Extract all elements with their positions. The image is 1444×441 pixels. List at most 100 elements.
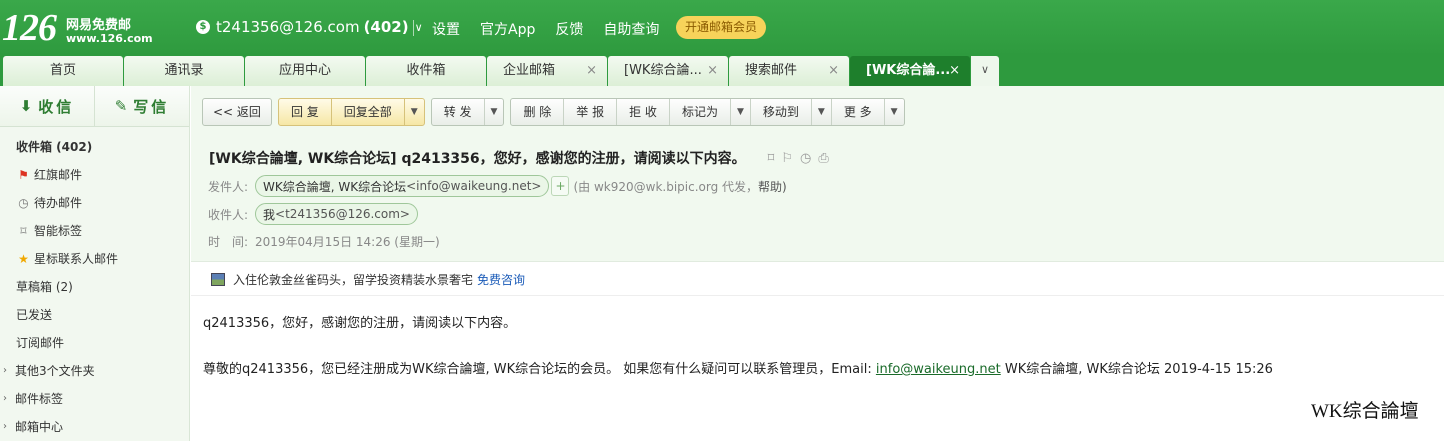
sidebar-item-starred-contacts[interactable]: ★ 星标联系人邮件 <box>0 245 189 273</box>
chevron-down-icon[interactable]: ▼ <box>405 99 424 125</box>
vip-button[interactable]: 开通邮箱会员 <box>676 16 767 39</box>
sidebar-item-flagged[interactable]: ⚑ 红旗邮件 <box>0 161 189 189</box>
forward-group: 转 发 ▼ <box>430 98 505 126</box>
sidebar-item-smart-tags[interactable]: ⌑ 智能标签 <box>0 217 189 245</box>
sidebar-item-label: 红旗邮件 <box>34 168 83 182</box>
write-button[interactable]: ✎ 写信 <box>95 86 189 126</box>
expand-icon[interactable]: › <box>3 357 15 385</box>
tab-search-mail[interactable]: 搜索邮件 × <box>729 56 849 86</box>
compose-bar: ⬇ 收信 ✎ 写信 <box>0 86 189 127</box>
header-links: 设置 官方App 反馈 自助查询 <box>432 19 679 39</box>
report-button[interactable]: 举 报 <box>564 99 618 125</box>
self-service-link[interactable]: 自助查询 <box>603 19 659 39</box>
tab-wk-message-active[interactable]: [WK综合論... × <box>850 56 970 86</box>
recipient-row: 收件人: 我 <t241356@126.com> <box>208 203 418 225</box>
sidebar-item-label: 邮箱中心 <box>15 420 64 434</box>
move-to-button[interactable]: 移动到 <box>751 99 812 125</box>
sender-row: 发件人: WK综合論壇, WK综合论坛 <info@waikeung.net> … <box>208 175 787 197</box>
add-contact-icon[interactable]: + <box>551 176 570 196</box>
account-unread-count: (402) <box>363 18 409 36</box>
back-group: << 返回 <box>202 98 272 126</box>
sidebar-item-mail-center[interactable]: › 邮箱中心 <box>0 413 189 441</box>
body-text: 尊敬的q2413356，您已经注册成为WK综合論壇, WK综合论坛的会员。 如果… <box>203 362 876 377</box>
close-icon[interactable]: × <box>949 56 960 86</box>
tab-enterprise-mail[interactable]: 企业邮箱 × <box>487 56 607 86</box>
tab-home[interactable]: 首页 <box>3 56 123 86</box>
message-subject: [WK综合論壇, WK综合论坛] q2413356，您好，感谢您的注册，请阅读以… <box>209 148 836 168</box>
sidebar-item-inbox[interactable]: 收件箱 (402) <box>0 133 189 161</box>
receive-label: 收信 <box>38 97 75 116</box>
tab-app-center[interactable]: 应用中心 <box>245 56 365 86</box>
ad-link[interactable]: 免费咨询 <box>477 271 525 288</box>
chevron-down-icon[interactable]: ▼ <box>812 99 832 125</box>
account-icon: $ <box>196 20 210 34</box>
forward-button[interactable]: 转 发 <box>432 99 485 125</box>
bookmark-icon[interactable]: ⌑ <box>768 151 775 166</box>
reject-button[interactable]: 拒 收 <box>617 99 670 125</box>
expand-icon[interactable]: › <box>3 413 15 441</box>
sidebar-item-label: 订阅邮件 <box>16 336 65 350</box>
time-value: 2019年04月15日 14:26 (星期一) <box>255 235 440 249</box>
print-icon[interactable]: ⎙ <box>818 151 828 166</box>
close-icon[interactable]: × <box>828 56 839 86</box>
chevron-down-icon[interactable]: ▼ <box>485 99 504 125</box>
star-icon: ★ <box>18 252 29 266</box>
tab-inbox[interactable]: 收件箱 <box>366 56 486 86</box>
close-icon[interactable]: × <box>707 56 718 86</box>
via-text: (由 wk920@wk.bipic.org 代发， <box>573 179 759 194</box>
sidebar-item-label: 智能标签 <box>34 224 83 238</box>
tab-label: [WK综合論... <box>624 63 702 78</box>
sidebar-item-todo[interactable]: ◷ 待办邮件 <box>0 189 189 217</box>
message-body-line1: q2413356，您好，感谢您的注册，请阅读以下内容。 <box>203 316 517 331</box>
folder-list: 收件箱 (402) ⚑ 红旗邮件 ◷ 待办邮件 ⌑ 智能标签 ★ 星标联系人邮件 草稿箱… <box>0 127 189 441</box>
help-link[interactable]: 帮助) <box>758 180 787 194</box>
message-header: << 返回 回 复 回复全部 ▼ 转 发 ▼ 删 除 举 报 拒 收 标记为 ▼… <box>191 86 1444 262</box>
official-app-link[interactable]: 官方App <box>480 19 535 39</box>
back-button[interactable]: << 返回 <box>203 99 271 125</box>
delete-button[interactable]: 删 除 <box>511 99 565 125</box>
sidebar-item-sent[interactable]: 已发送 <box>0 301 189 329</box>
tab-label: 应用中心 <box>278 63 331 78</box>
logo-name: 网易免费邮 <box>66 18 132 33</box>
mark-as-button[interactable]: 标记为 <box>670 99 731 125</box>
sidebar: ⬇ 收信 ✎ 写信 收件箱 (402) ⚑ 红旗邮件 ◷ 待办邮件 ⌑ 智能标签 ★ 星… <box>0 86 190 441</box>
sidebar-item-label: 已发送 <box>16 308 53 322</box>
settings-link[interactable]: 设置 <box>432 19 460 39</box>
sidebar-item-drafts[interactable]: 草稿箱 (2) <box>0 273 189 301</box>
ad-text: 入住伦敦金丝雀码头，留学投资精装水景奢宅 <box>233 272 474 287</box>
tab-label: [WK综合論... <box>866 63 951 78</box>
tab-wk-message-1[interactable]: [WK综合論... × <box>608 56 728 86</box>
chevron-down-icon[interactable]: ▼ <box>885 99 904 125</box>
receive-button[interactable]: ⬇ 收信 <box>0 86 95 126</box>
logo[interactable]: 126 网易免费邮 www.126.com <box>2 7 153 50</box>
clock-icon[interactable]: ◷ <box>800 151 811 166</box>
account-menu[interactable]: $ t241356@126.com (402) ∨ <box>196 18 423 36</box>
header-divider <box>413 20 414 36</box>
time-row: 时 间: 2019年04月15日 14:26 (星期一) <box>208 233 440 250</box>
more-button[interactable]: 更 多 <box>832 99 885 125</box>
close-icon[interactable]: × <box>586 56 597 86</box>
edit-icon: ✎ <box>114 97 128 115</box>
time-label: 时 间: <box>208 235 249 249</box>
flag-icon: ⚑ <box>18 168 29 182</box>
signature-text: WK综合論壇 <box>1311 401 1419 422</box>
sidebar-item-label: 邮件标签 <box>15 392 64 406</box>
top-header: 126 网易免费邮 www.126.com $ t241356@126.com … <box>0 0 1444 56</box>
recipient-pill[interactable]: 我 <t241356@126.com> <box>255 203 418 225</box>
expand-icon[interactable]: › <box>3 385 15 413</box>
sidebar-item-subscriptions[interactable]: 订阅邮件 <box>0 329 189 357</box>
subject-actions: ⌑ ⚐ ◷ ⎙ <box>768 151 836 166</box>
chevron-down-icon[interactable]: ▼ <box>731 99 751 125</box>
reply-all-button[interactable]: 回复全部 <box>332 99 405 125</box>
chevron-down-icon: ∨ <box>980 63 990 76</box>
sidebar-item-other-folders[interactable]: › 其他3个文件夹 <box>0 357 189 385</box>
tab-overflow-button[interactable]: ∨ <box>971 56 999 86</box>
reply-button[interactable]: 回 复 <box>279 99 332 125</box>
tab-contacts[interactable]: 通讯录 <box>124 56 244 86</box>
sidebar-item-mail-tags[interactable]: › 邮件标签 <box>0 385 189 413</box>
sender-pill[interactable]: WK综合論壇, WK综合论坛 <info@waikeung.net> <box>255 175 550 197</box>
flag-icon[interactable]: ⚐ <box>781 151 793 166</box>
feedback-link[interactable]: 反馈 <box>555 19 583 39</box>
image-icon <box>211 272 225 286</box>
email-link[interactable]: info@waikeung.net <box>876 362 1001 377</box>
